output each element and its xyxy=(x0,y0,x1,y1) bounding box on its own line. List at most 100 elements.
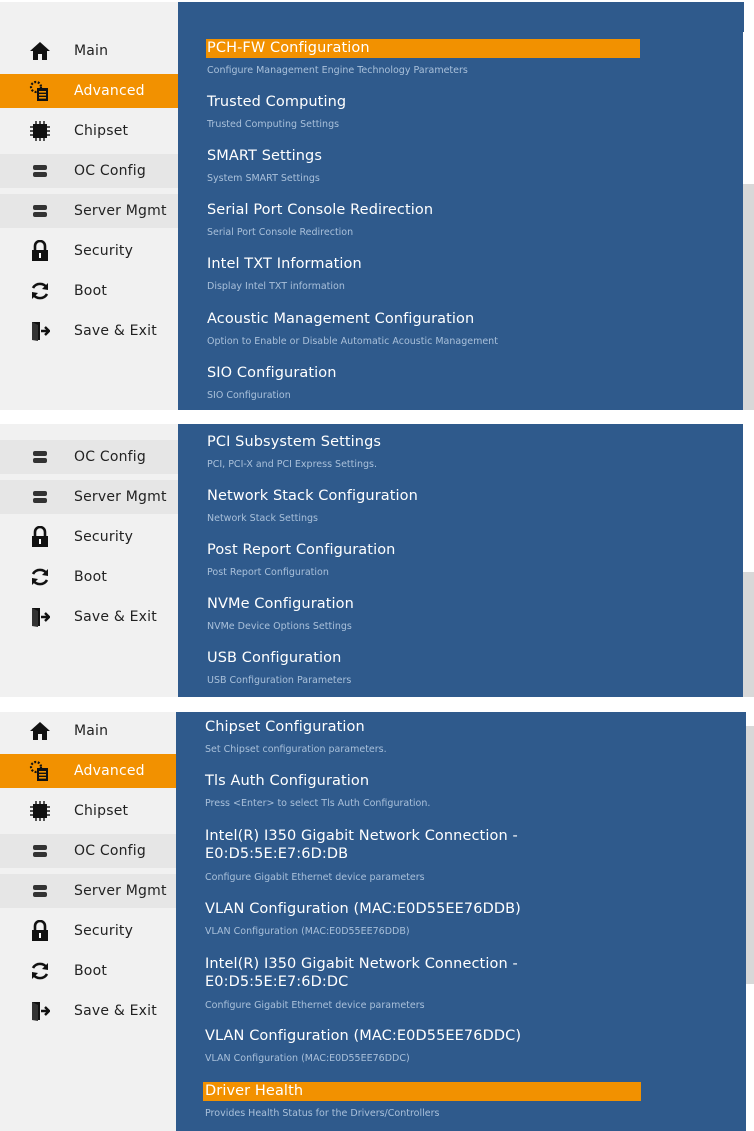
menu-item-title: SMART Settings xyxy=(207,148,322,164)
nav-item-security[interactable]: Security xyxy=(0,914,178,948)
nav-item-oc-config[interactable]: OC Config xyxy=(0,834,178,868)
menu-item-title: NVMe Configuration xyxy=(207,596,354,612)
menu-item-title: SIO Configuration xyxy=(207,365,337,381)
menu-item-desc: VLAN Configuration (MAC:E0D55EE76DDB) xyxy=(205,926,410,937)
server-icon xyxy=(29,446,51,468)
advanced-icon xyxy=(29,80,51,102)
nav-label: Save & Exit xyxy=(74,1003,157,1019)
nav-item-main[interactable]: Main xyxy=(0,34,178,68)
scrollbar-thumb[interactable] xyxy=(746,726,754,984)
nav-label: OC Config xyxy=(74,163,146,179)
lock-icon xyxy=(29,526,51,548)
menu-item-title: Intel(R) I350 Gigabit Network Connection… xyxy=(205,828,518,844)
menu-item-desc: Provides Health Status for the Drivers/C… xyxy=(205,1108,440,1119)
nav-label: Server Mgmt xyxy=(74,489,167,505)
home-icon xyxy=(29,720,51,742)
nav-label: OC Config xyxy=(74,449,146,465)
nav-item-server-mgmt[interactable]: Server Mgmt xyxy=(0,874,178,908)
refresh-icon xyxy=(29,566,51,588)
nav-item-server-mgmt[interactable]: Server Mgmt xyxy=(0,480,178,514)
server-icon xyxy=(29,880,51,902)
menu-content: PCI Subsystem Settings PCI, PCI-X and PC… xyxy=(178,424,743,697)
nav-label: Chipset xyxy=(74,803,129,819)
menu-item-title: PCI Subsystem Settings xyxy=(207,434,382,450)
nav-item-advanced[interactable]: Advanced xyxy=(0,754,178,788)
menu-item-desc: NVMe Device Options Settings xyxy=(207,621,352,632)
refresh-icon xyxy=(29,960,51,982)
menu-item-desc: Trusted Computing Settings xyxy=(207,119,340,130)
nav-item-save-exit[interactable]: Save & Exit xyxy=(0,314,178,348)
nav-label: OC Config xyxy=(74,843,146,859)
scrollbar-thumb[interactable] xyxy=(743,572,754,697)
nav-label: Server Mgmt xyxy=(74,203,167,219)
menu-item-desc: Serial Port Console Redirection xyxy=(207,227,354,238)
menu-item-desc: USB Configuration Parameters xyxy=(207,675,352,686)
menu-item-title: Tls Auth Configuration xyxy=(205,773,370,789)
server-icon xyxy=(29,160,51,182)
bios-panel-2: OC Config Server Mgmt Security Boot Save… xyxy=(0,424,754,697)
menu-item-title: Intel TXT Information xyxy=(207,256,362,272)
menu-item-desc: Configure Gigabit Ethernet device parame… xyxy=(205,1000,425,1011)
nav-label: Boot xyxy=(74,569,108,585)
lock-icon xyxy=(29,920,51,942)
nav-label: Save & Exit xyxy=(74,323,157,339)
advanced-icon xyxy=(29,760,51,782)
nav-item-chipset[interactable]: Chipset xyxy=(0,114,178,148)
exit-icon xyxy=(29,606,51,628)
menu-item-title: Network Stack Configuration xyxy=(207,488,418,504)
sidebar: OC Config Server Mgmt Security Boot Save… xyxy=(0,424,178,697)
menu-item-desc: Press <Enter> to select Tls Auth Configu… xyxy=(205,798,431,809)
nav-label: Main xyxy=(74,43,109,59)
menu-item-title: Chipset Configuration xyxy=(205,719,365,735)
menu-item-desc: PCI, PCI-X and PCI Express Settings. xyxy=(207,459,378,470)
menu-item-desc: Set Chipset configuration parameters. xyxy=(205,744,387,755)
menu-item-desc: VLAN Configuration (MAC:E0D55EE76DDC) xyxy=(205,1053,410,1064)
menu-item-title: Intel(R) I350 Gigabit Network Connection… xyxy=(205,956,518,972)
sidebar: Main Advanced Chipset OC Config Server M… xyxy=(0,712,178,1131)
menu-item-desc: Network Stack Settings xyxy=(207,513,318,524)
menu-item-title: Acoustic Management Configuration xyxy=(207,311,475,327)
menu-item-desc: SIO Configuration xyxy=(207,390,291,401)
menu-item-desc: Display Intel TXT information xyxy=(207,281,345,292)
nav-item-security[interactable]: Security xyxy=(0,520,178,554)
nav-item-chipset[interactable]: Chipset xyxy=(0,794,178,828)
nav-item-advanced[interactable]: Advanced xyxy=(0,74,178,108)
nav-item-main[interactable]: Main xyxy=(0,714,178,748)
bios-panel-1: Main Advanced Chipset OC Config Server M… xyxy=(0,2,754,410)
menu-item-desc: Option to Enable or Disable Automatic Ac… xyxy=(207,336,498,347)
menu-item-title: Driver Health xyxy=(205,1083,304,1099)
server-icon xyxy=(29,486,51,508)
nav-item-boot[interactable]: Boot xyxy=(0,560,178,594)
nav-label: Security xyxy=(74,529,134,545)
lock-icon xyxy=(29,240,51,262)
nav-label: Main xyxy=(74,723,109,739)
menu-item-title: VLAN Configuration (MAC:E0D55EE76DDB) xyxy=(205,901,521,917)
bios-panel-3: Main Advanced Chipset OC Config Server M… xyxy=(0,712,754,1131)
nav-item-server-mgmt[interactable]: Server Mgmt xyxy=(0,194,178,228)
nav-item-security[interactable]: Security xyxy=(0,234,178,268)
nav-item-save-exit[interactable]: Save & Exit xyxy=(0,994,178,1028)
nav-label: Security xyxy=(74,923,134,939)
nav-label: Server Mgmt xyxy=(74,883,167,899)
exit-icon xyxy=(29,320,51,342)
menu-item-title-mac: E0:D5:5E:E7:6D:DC xyxy=(205,974,349,990)
server-icon xyxy=(29,200,51,222)
menu-item-title: Serial Port Console Redirection xyxy=(207,202,434,218)
nav-item-boot[interactable]: Boot xyxy=(0,954,178,988)
nav-label: Advanced xyxy=(74,83,145,99)
menu-item-desc: Configure Gigabit Ethernet device parame… xyxy=(205,872,425,883)
menu-item-desc: System SMART Settings xyxy=(207,173,320,184)
nav-item-save-exit[interactable]: Save & Exit xyxy=(0,600,178,634)
sidebar: Main Advanced Chipset OC Config Server M… xyxy=(0,2,178,410)
menu-content: PCH-FW Configuration Configure Managemen… xyxy=(178,2,744,410)
menu-item-desc: Configure Management Engine Technology P… xyxy=(207,65,468,76)
nav-label: Chipset xyxy=(74,123,129,139)
scrollbar-thumb[interactable] xyxy=(743,184,754,410)
home-icon xyxy=(29,40,51,62)
menu-item-title: Trusted Computing xyxy=(207,94,347,110)
nav-item-oc-config[interactable]: OC Config xyxy=(0,154,178,188)
nav-item-boot[interactable]: Boot xyxy=(0,274,178,308)
menu-item-title: PCH-FW Configuration xyxy=(207,40,370,56)
nav-item-oc-config[interactable]: OC Config xyxy=(0,440,178,474)
nav-label: Save & Exit xyxy=(74,609,157,625)
